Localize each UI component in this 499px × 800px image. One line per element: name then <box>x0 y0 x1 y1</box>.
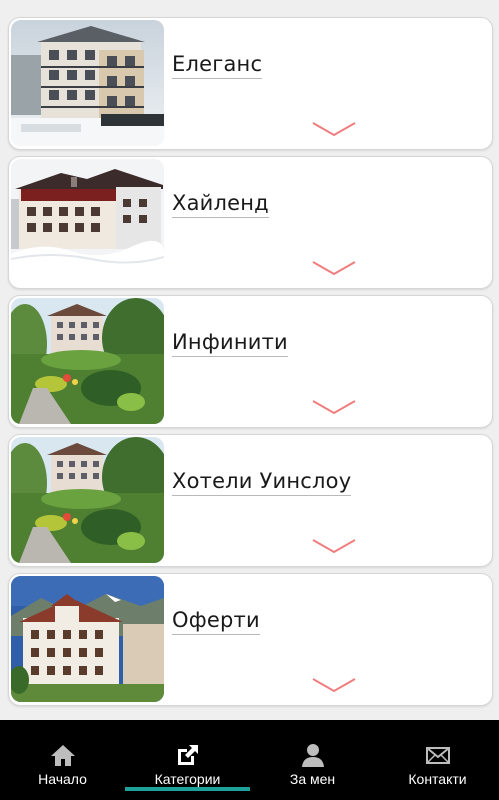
category-list: Елеганс Хайленд Инфинити Хотели Уинслоу … <box>0 0 499 720</box>
hotel-winter-photo <box>11 20 164 146</box>
nav-label: Начало <box>38 771 87 787</box>
nav-item-contacts[interactable]: Контакти <box>375 720 499 800</box>
active-tab-indicator <box>125 787 250 791</box>
category-title: Хотели Уинслоу <box>172 469 352 496</box>
category-title: Оферти <box>172 608 260 635</box>
chevron-down-icon[interactable] <box>312 121 356 137</box>
hotel-garden-photo <box>11 298 164 424</box>
category-title: Хайленд <box>172 191 269 218</box>
chevron-down-icon[interactable] <box>312 260 356 276</box>
nav-item-home[interactable]: Начало <box>0 720 125 800</box>
person-icon <box>301 744 324 767</box>
hotel-snow-photo <box>11 159 164 285</box>
nav-label: За мен <box>289 771 336 787</box>
hotel-mountain-photo <box>11 576 164 702</box>
chevron-down-icon[interactable] <box>312 538 356 554</box>
home-icon <box>50 745 75 766</box>
hotel-garden-photo <box>11 437 164 563</box>
category-card-offers[interactable]: Оферти <box>8 573 493 706</box>
category-card-highland[interactable]: Хайленд <box>8 156 493 289</box>
category-card-infinity[interactable]: Инфинити <box>8 295 493 428</box>
category-title: Инфинити <box>172 330 288 357</box>
nav-label: Контакти <box>408 771 467 787</box>
envelope-icon <box>425 747 450 764</box>
chevron-down-icon[interactable] <box>312 677 356 693</box>
category-card-elegans[interactable]: Елеганс <box>8 17 493 150</box>
category-card-winslow-hotels[interactable]: Хотели Уинслоу <box>8 434 493 567</box>
nav-item-about[interactable]: За мен <box>250 720 375 800</box>
external-link-icon <box>177 745 198 765</box>
category-title: Елеганс <box>172 52 263 79</box>
nav-label: Категории <box>154 771 221 787</box>
chevron-down-icon[interactable] <box>312 399 356 415</box>
